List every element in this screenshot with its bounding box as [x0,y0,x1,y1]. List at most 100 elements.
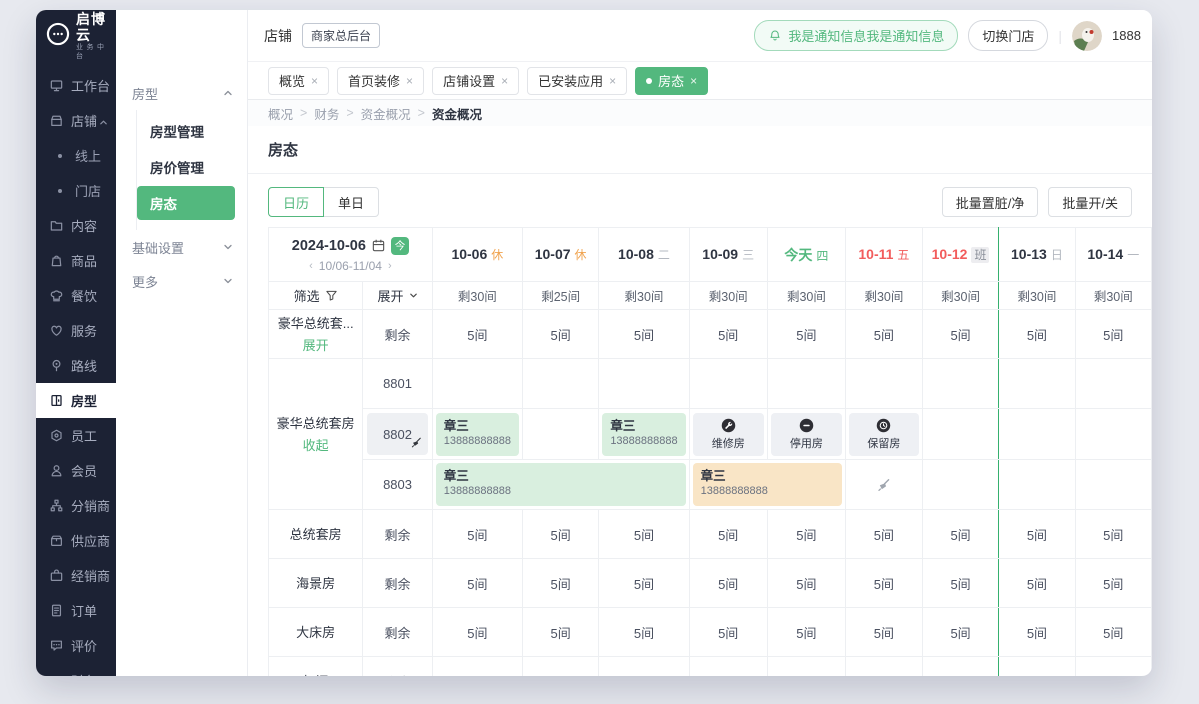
close-icon[interactable]: × [406,74,413,88]
close-icon[interactable]: × [690,74,697,88]
breadcrumb-link[interactable]: 概况 [268,104,293,123]
booking-block[interactable]: 章三13888888888 [436,463,686,506]
day-date: 10-08 [618,246,654,262]
submenu-item-房价管理[interactable]: 房价管理 [137,150,235,184]
calendar-icon[interactable] [371,238,386,253]
sidebar-item-房型[interactable]: 房型 [36,383,116,418]
remaining-cell: 剩30间 [999,282,1075,310]
room-number-cell[interactable]: 8803 [363,460,432,510]
booking-block[interactable]: 章三13888888888 [436,413,519,456]
available-count: 5间 [950,577,970,592]
empty-cell[interactable] [922,409,998,460]
filter-control[interactable]: 筛选 [269,286,362,305]
sidebar-item-财务[interactable]: 财务 [36,663,116,676]
date-range-line: ‹10/06-11/04› [269,259,432,273]
empty-cell[interactable] [999,460,1075,510]
submenu-item-房态[interactable]: 房态 [137,186,235,220]
available-count-cell: 5间 [599,510,689,559]
notification-pill[interactable]: 我是通知信息我是通知信息 [754,20,958,51]
batch-switch-button[interactable]: 批量开/关 [1048,187,1132,217]
day-of-week-label: 休 [575,248,587,262]
batch-clean-button[interactable]: 批量置脏/净 [942,187,1039,217]
today-badge[interactable]: 今 [391,237,409,255]
empty-cell[interactable] [1075,359,1151,409]
empty-cell[interactable] [1075,409,1151,460]
submenu-section-房型[interactable]: 房型 [116,76,247,110]
submenu-item-房型管理[interactable]: 房型管理 [137,114,235,148]
sidebar-item-内容[interactable]: 内容 [36,208,116,243]
prev-range-arrow[interactable]: ‹ [309,260,313,272]
view-calendar-button[interactable]: 日历 [268,187,324,217]
empty-cell[interactable] [689,359,767,409]
booking-block[interactable]: 章三13888888888 [693,463,842,506]
expand-control[interactable]: 展开 [363,286,431,305]
available-count-cell: 5间 [432,608,522,657]
room-number-cell[interactable]: 8801 [363,359,432,409]
empty-cell[interactable] [922,359,998,409]
empty-cell[interactable] [845,359,922,409]
empty-cell[interactable] [523,409,599,460]
avatar[interactable] [1072,21,1102,51]
sidebar-item-分销商[interactable]: 分销商 [36,488,116,523]
empty-cell[interactable] [432,359,522,409]
available-count: 5间 [1103,577,1123,592]
close-icon[interactable]: × [609,74,616,88]
close-icon[interactable]: × [501,74,508,88]
sidebar-item-工作台[interactable]: 工作台 [36,68,116,103]
room-status-block-保留房[interactable]: 保留房 [849,413,919,456]
empty-cell[interactable] [767,359,845,409]
view-single-day-button[interactable]: 单日 [323,187,379,217]
current-date[interactable]: 2024-10-06 [292,238,366,254]
room-number-dirty[interactable]: 8802 [367,413,427,455]
day-header-10-13: 10-13日 [999,228,1075,282]
tab-店铺设置[interactable]: 店铺设置× [432,67,519,95]
switch-store-button[interactable]: 切换门店 [968,20,1048,51]
sidebar-item-员工[interactable]: 员工 [36,418,116,453]
room-status-block-停用房[interactable]: 停用房 [771,413,842,456]
guest-phone: 13888888888 [610,434,677,448]
store-nav-label[interactable]: 店铺 [264,26,292,46]
expand-cell[interactable]: 展开 [363,282,432,310]
sidebar-item-供应商[interactable]: 供应商 [36,523,116,558]
toggle-expand-link[interactable]: 收起 [269,435,362,454]
submenu-section-基础设置[interactable]: 基础设置 [116,230,247,264]
next-range-arrow[interactable]: › [388,260,392,272]
toggle-expand-link[interactable]: 展开 [269,335,362,354]
breadcrumb-link[interactable]: 财务 [314,104,339,123]
room-number-cell[interactable]: 8802 [363,409,432,460]
empty-cell[interactable] [999,359,1075,409]
close-icon[interactable]: × [311,74,318,88]
room-status-block-维修房[interactable]: 维修房 [693,413,764,456]
sidebar-item-餐饮[interactable]: 餐饮 [36,278,116,313]
empty-cell[interactable] [599,359,689,409]
room-status-label: 维修房 [712,435,745,451]
sidebar-item-线上[interactable]: 线上 [36,138,116,173]
sidebar-item-评价[interactable]: 评价 [36,628,116,663]
sidebar-item-店铺[interactable]: 店铺 [36,103,116,138]
sidebar-item-经销商[interactable]: 经销商 [36,558,116,593]
booking-block[interactable]: 章三13888888888 [602,413,685,456]
tab-概览[interactable]: 概览× [268,67,329,95]
tab-已安装应用[interactable]: 已安装应用 × [527,67,627,95]
submenu-section-更多[interactable]: 更多 [116,264,247,298]
sidebar-item-商品[interactable]: 商品 [36,243,116,278]
submenu-items: 房型管理房价管理房态 [136,110,247,230]
breadcrumb-link[interactable]: 资金概况 [361,104,411,123]
empty-cell[interactable] [1075,460,1151,510]
empty-cell[interactable] [999,409,1075,460]
empty-cell[interactable] [523,359,599,409]
sidebar-item-路线[interactable]: 路线 [36,348,116,383]
available-count: 5间 [718,626,738,641]
sidebar-item-会员[interactable]: 会员 [36,453,116,488]
logo-subtitle: 业务中台 [76,43,116,61]
sidebar-item-服务[interactable]: 服务 [36,313,116,348]
sidebar-item-门店[interactable]: 门店 [36,173,116,208]
day-header-10-12: 10-12班 [922,228,998,282]
tab-房态[interactable]: 房态× [635,67,708,95]
empty-cell[interactable] [922,460,998,510]
tab-首页装修[interactable]: 首页装修× [337,67,424,95]
tab-label: 已安装应用 [538,71,603,90]
top-header: 店铺 商家总后台 我是通知信息我是通知信息 切换门店 | 1888 [248,10,1152,62]
filter-cell[interactable]: 筛选 [269,282,363,310]
sidebar-item-订单[interactable]: 订单 [36,593,116,628]
